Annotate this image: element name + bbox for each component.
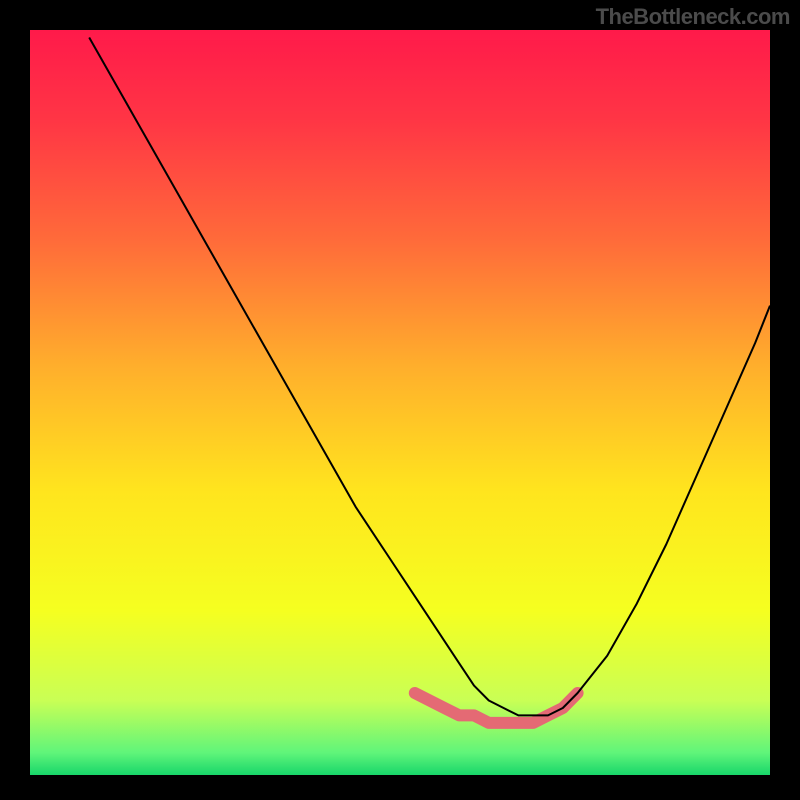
attribution-watermark: TheBottleneck.com [596, 4, 790, 30]
plot-background [30, 30, 770, 775]
chart-frame: TheBottleneck.com [0, 0, 800, 800]
bottleneck-chart [0, 0, 800, 800]
